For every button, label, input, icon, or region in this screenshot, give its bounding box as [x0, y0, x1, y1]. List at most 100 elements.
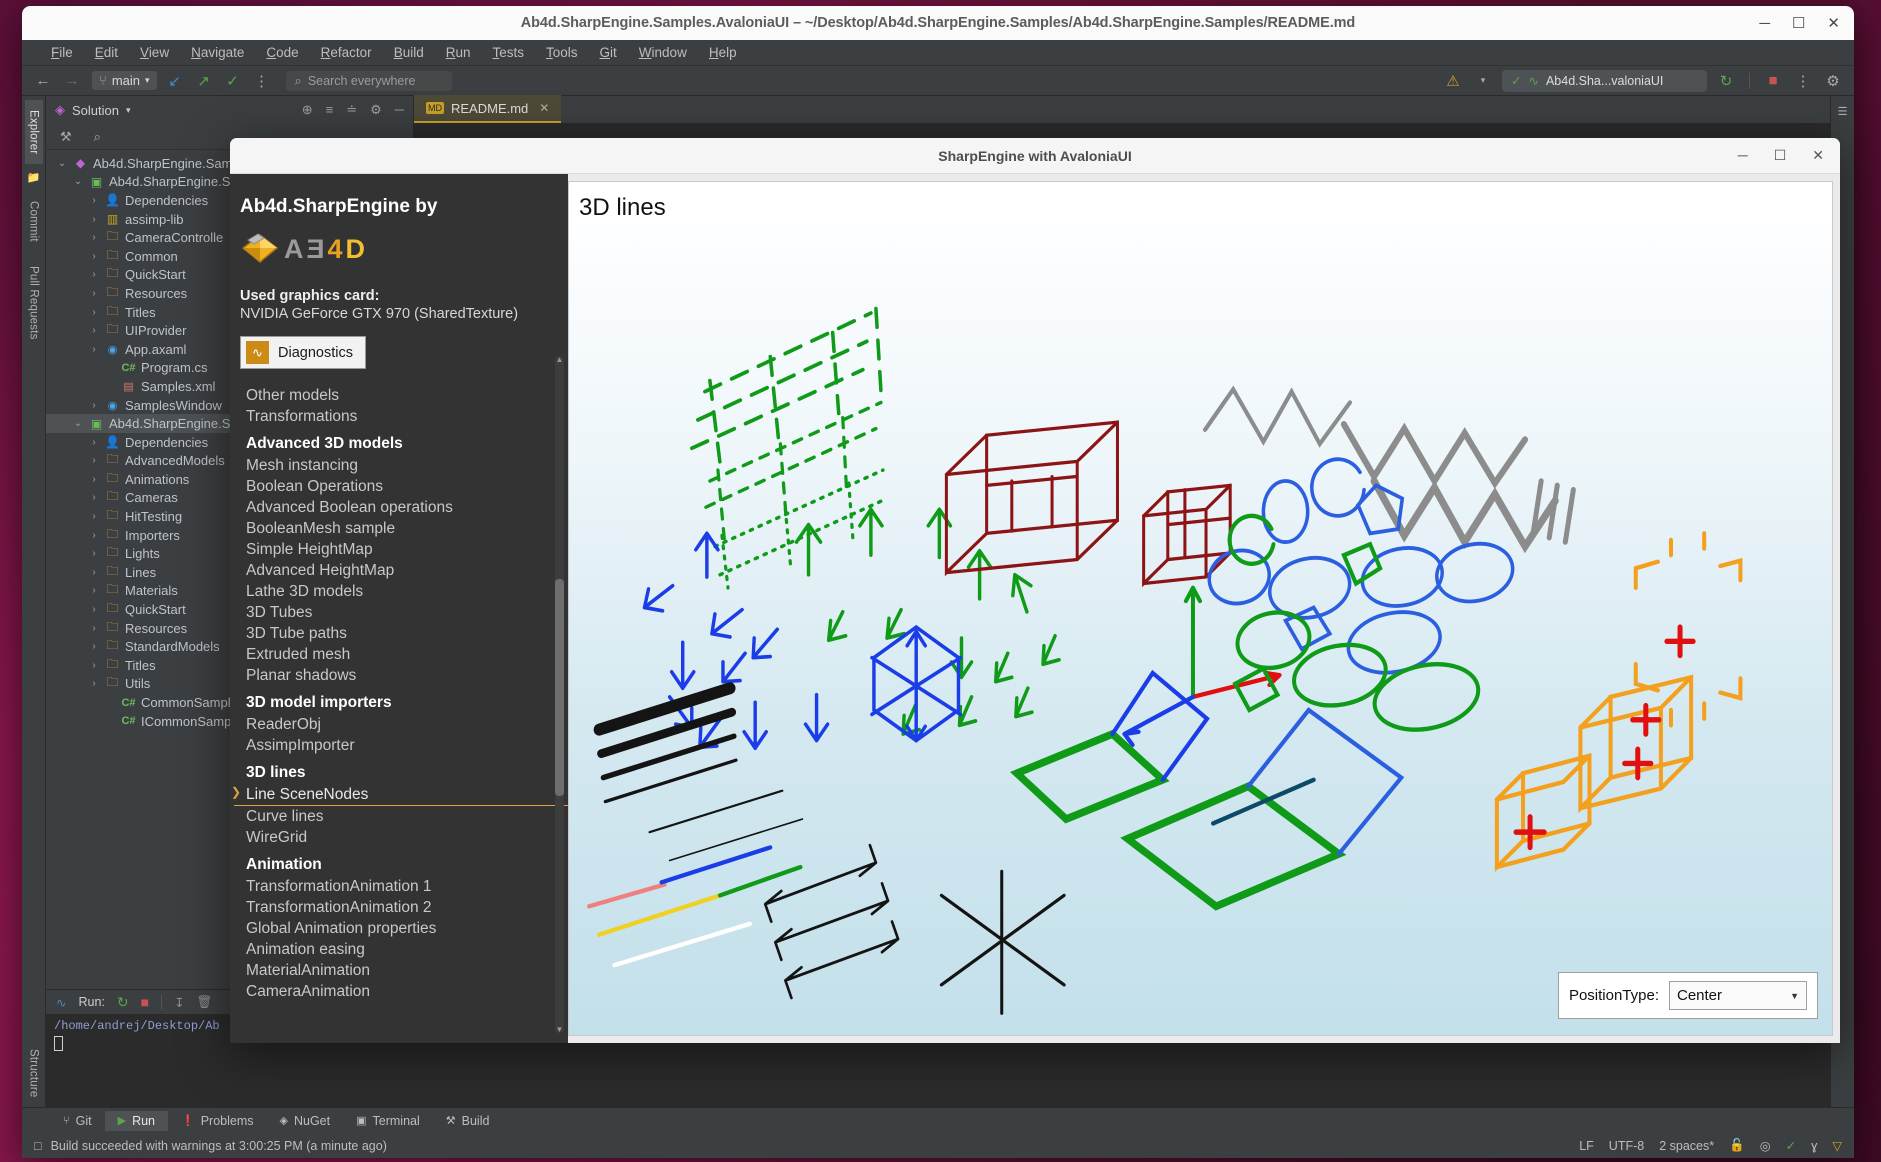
menu-item-run[interactable]: Run [435, 43, 482, 62]
rerun-button[interactable]: ↻ [117, 994, 129, 1011]
vcs-commit-icon[interactable]: ✓ [222, 72, 244, 90]
scroll-to-end-button[interactable]: ↧ [174, 995, 184, 1010]
sample-item-extruded-mesh[interactable]: Extruded mesh [234, 644, 568, 665]
sample-item-global-animation-properties[interactable]: Global Animation properties [234, 918, 568, 939]
chevron-icon[interactable]: › [88, 455, 100, 466]
project-scope-icon[interactable]: ⚒ [60, 129, 72, 145]
chevron-icon[interactable]: › [88, 641, 100, 652]
diagnostics-button[interactable]: ∿ Diagnostics [240, 336, 366, 369]
sample-item-boolean-operations[interactable]: Boolean Operations [234, 476, 568, 497]
scroll-up-icon[interactable]: ▲ [555, 355, 564, 364]
chevron-icon[interactable]: › [88, 530, 100, 541]
menu-item-help[interactable]: Help [698, 43, 748, 62]
tab-readme[interactable]: MD README.md ✕ [414, 95, 562, 123]
menu-item-file[interactable]: File [40, 43, 84, 62]
vcs-push-icon[interactable]: ↗ [193, 72, 215, 90]
chevron-icon[interactable]: › [88, 585, 100, 596]
sample-item-3d-tube-paths[interactable]: 3D Tube paths [234, 623, 568, 644]
sample-list[interactable]: Other models Transformations Advanced 3D m… [230, 385, 568, 1043]
chevron-icon[interactable]: ⌄ [72, 176, 84, 187]
sample-item-planar-shadows[interactable]: Planar shadows [234, 665, 568, 686]
sidebar-item-explorer[interactable]: Explorer [24, 100, 43, 165]
toolbar-more-icon[interactable]: ⋮ [1792, 72, 1814, 90]
sample-item-transformations[interactable]: Transformations [234, 406, 568, 427]
search-everywhere[interactable]: ⌕ Search everywhere [285, 70, 452, 91]
menu-item-tools[interactable]: Tools [535, 43, 589, 62]
tool-window-run[interactable]: ▶ Run [104, 1110, 168, 1131]
sidebar-item-pull-requests[interactable]: Pull Requests [25, 256, 43, 350]
chevron-icon[interactable]: › [88, 288, 100, 299]
chevron-icon[interactable]: › [88, 269, 100, 280]
branch-selector[interactable]: ⑂ main ▾ [92, 71, 157, 90]
run-configuration-selector[interactable]: ✓ ∿ Ab4d.Sha...valoniaUI [1502, 69, 1707, 92]
menu-item-window[interactable]: Window [628, 43, 698, 62]
navigate-forward-button[interactable]: → [61, 72, 83, 89]
chevron-icon[interactable]: › [88, 511, 100, 522]
sample-item-wiregrid[interactable]: WireGrid [234, 827, 568, 848]
chevron-icon[interactable]: › [88, 400, 100, 411]
navigate-back-button[interactable]: ← [32, 72, 54, 89]
position-type-select[interactable]: Center ▼ [1669, 981, 1807, 1010]
chevron-icon[interactable]: › [88, 307, 100, 318]
chevron-icon[interactable]: ⌄ [56, 158, 68, 169]
sample-item-simple-heightmap[interactable]: Simple HeightMap [234, 539, 568, 560]
3d-viewport[interactable]: PositionType: Center ▼ [569, 228, 1832, 1035]
sample-item-animation-easing[interactable]: Animation easing [234, 939, 568, 960]
menu-item-refactor[interactable]: Refactor [310, 43, 383, 62]
chevron-icon[interactable]: › [88, 251, 100, 262]
sample-item-readerobj[interactable]: ReaderObj [234, 714, 568, 735]
chevron-icon[interactable]: › [88, 567, 100, 578]
check-icon[interactable]: ✓ [1786, 1138, 1796, 1153]
project-header-icon-4[interactable]: ─ [395, 102, 404, 118]
line-separator-label[interactable]: LF [1579, 1139, 1594, 1153]
maximize-icon[interactable]: ☐ [1792, 16, 1805, 31]
menu-item-edit[interactable]: Edit [84, 43, 129, 62]
chevron-icon[interactable]: › [88, 623, 100, 634]
sample-item-transformationanimation-1[interactable]: TransformationAnimation 1 [234, 876, 568, 897]
sidebar-item-commit[interactable]: Commit [25, 191, 43, 252]
sample-item-advanced-heightmap[interactable]: Advanced HeightMap [234, 560, 568, 581]
notifications-icon[interactable]: ☰ [1838, 105, 1848, 118]
project-header-icon-1[interactable]: ≡ [326, 102, 334, 118]
chevron-icon[interactable]: › [88, 344, 100, 355]
vcs-update-icon[interactable]: ↙ [164, 72, 186, 90]
menu-item-build[interactable]: Build [383, 43, 435, 62]
sample-item-other-models[interactable]: Other models [234, 385, 568, 406]
search-icon[interactable]: ⌕ [94, 129, 101, 145]
sample-item-line-scenenodes[interactable]: Line SceneNodes [231, 784, 568, 806]
chevron-icon[interactable]: › [88, 678, 100, 689]
chevron-icon[interactable]: › [88, 232, 100, 243]
caret-status-icon[interactable]: ▽ [1832, 1138, 1842, 1153]
chevron-icon[interactable]: › [88, 325, 100, 336]
inspections-icon[interactable]: ◎ [1760, 1138, 1771, 1153]
warning-chevron-icon[interactable]: ▾ [1472, 75, 1494, 86]
sample-item-cameraanimation[interactable]: CameraAnimation [234, 981, 568, 1002]
lock-icon[interactable]: 🔓 [1729, 1138, 1745, 1153]
branch-status-icon[interactable]: ɣ [1811, 1139, 1817, 1153]
tool-window-build[interactable]: ⚒ Build [433, 1111, 503, 1131]
chevron-icon[interactable]: › [88, 474, 100, 485]
maximize-icon[interactable]: ☐ [1774, 147, 1787, 164]
close-icon[interactable]: ✕ [1812, 147, 1824, 164]
vcs-more-icon[interactable]: ⋮ [251, 72, 273, 90]
project-header-icon-0[interactable]: ⊕ [302, 102, 313, 118]
project-header-icon-2[interactable]: ≐ [346, 102, 357, 118]
chevron-down-icon[interactable]: ▾ [126, 105, 131, 116]
warning-icon[interactable]: ⚠ [1442, 72, 1464, 90]
sample-item-assimpimporter[interactable]: AssimpImporter [234, 735, 568, 756]
minimize-icon[interactable]: ─ [1759, 16, 1770, 31]
clear-output-button[interactable]: 🗑 [197, 995, 213, 1010]
encoding-label[interactable]: UTF-8 [1609, 1139, 1644, 1153]
sample-item-lathe-3d-models[interactable]: Lathe 3D models [234, 581, 568, 602]
sample-item-curve-lines[interactable]: Curve lines [234, 806, 568, 827]
minimize-icon[interactable]: ─ [1738, 147, 1748, 164]
chevron-icon[interactable]: › [88, 492, 100, 503]
tool-window-nuget[interactable]: ◈ NuGet [267, 1111, 344, 1131]
menu-item-view[interactable]: View [129, 43, 180, 62]
solution-label[interactable]: Solution [72, 103, 119, 118]
chevron-icon[interactable]: ⌄ [72, 418, 84, 429]
sample-item-booleanmesh-sample[interactable]: BooleanMesh sample [234, 518, 568, 539]
tool-window-problems[interactable]: ❗ Problems [168, 1111, 267, 1131]
chevron-icon[interactable]: › [88, 604, 100, 615]
chevron-icon[interactable]: › [88, 660, 100, 671]
